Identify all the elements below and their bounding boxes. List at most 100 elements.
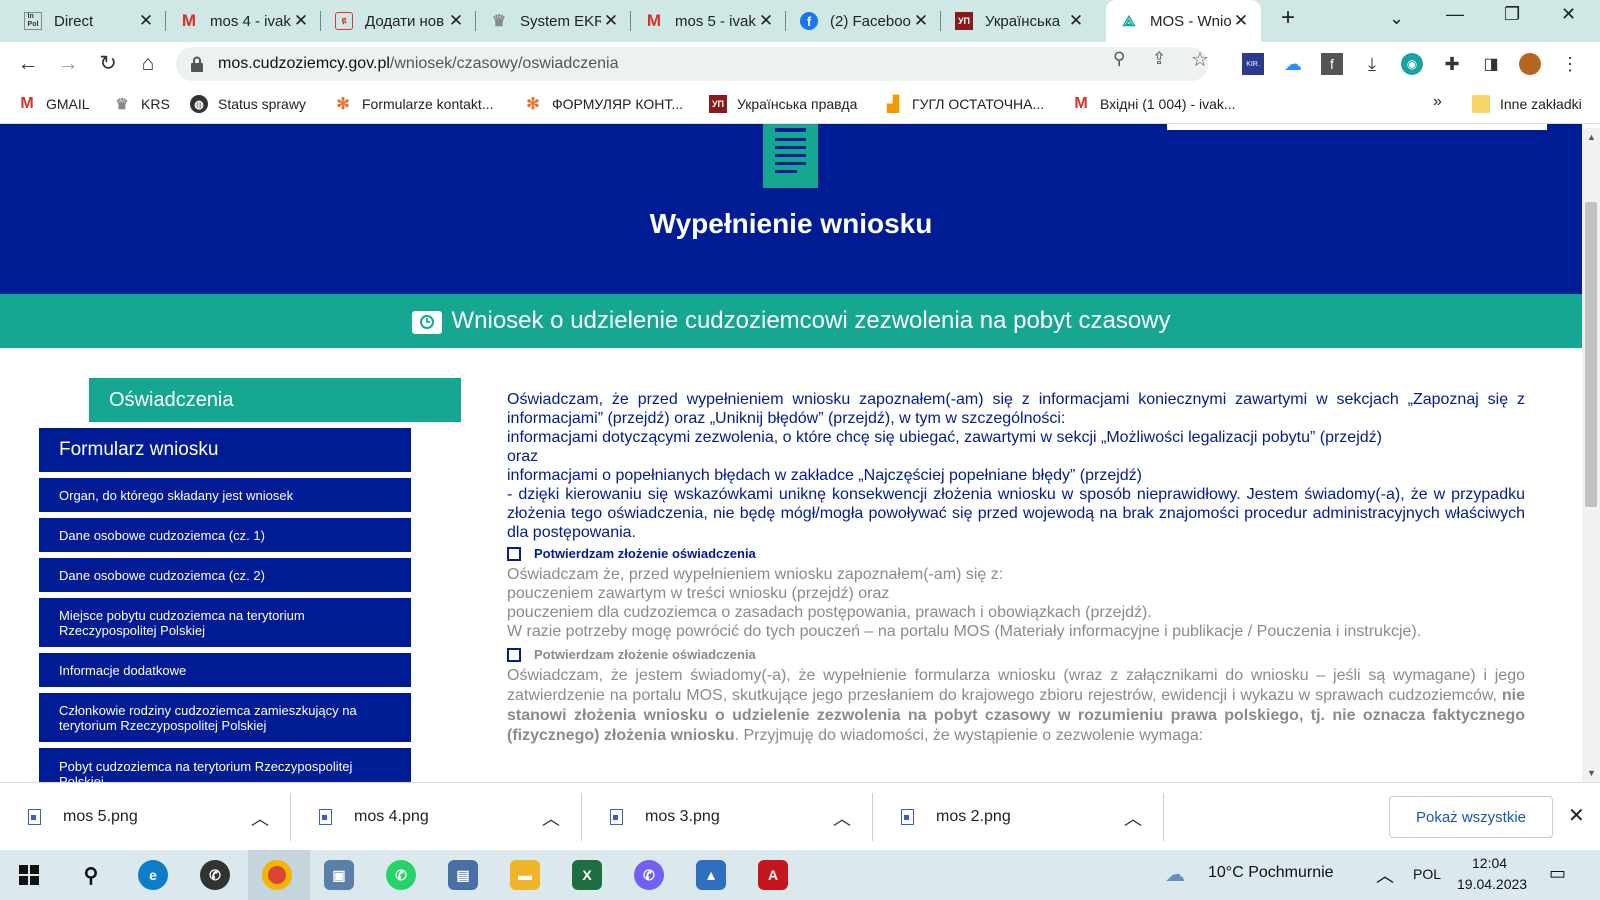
excel-icon[interactable]: X (572, 860, 602, 890)
photos-icon[interactable]: ▲ (696, 860, 726, 890)
sidebar-item-oswiadczenia[interactable]: Oświadczenia (89, 378, 461, 422)
clock-date[interactable]: 19.04.2023 (1457, 876, 1527, 892)
gmail-icon: M (20, 95, 34, 112)
bookmark-vkhidni[interactable]: M Вхідні (1 004) - ivak... (1072, 95, 1235, 113)
windows-start-icon[interactable] (19, 865, 39, 885)
sidebar-item-organ[interactable]: Organ, do którego składany jest wniosek (39, 478, 411, 512)
address-bar[interactable]: mos.cudzoziemcy.gov.pl/wniosek/czasowy/o… (176, 47, 1208, 81)
extensions-puzzle-icon[interactable]: ✚ (1441, 53, 1463, 75)
acrobat-icon[interactable]: A (758, 860, 788, 890)
tab-mos-active[interactable]: ⟁ MOS - Wnio ✕ (1106, 0, 1261, 42)
chevron-up-icon[interactable]: ︿ (833, 805, 851, 831)
bookmark-status-sprawy[interactable]: ◍ Status sprawy (190, 95, 306, 113)
close-tab-icon[interactable]: ✕ (911, 11, 931, 31)
tab-gmail-mos4[interactable]: M mos 4 - ivak ✕ (166, 0, 321, 42)
close-tab-icon[interactable]: ✕ (1066, 11, 1086, 31)
scanner-icon[interactable]: ▤ (448, 860, 478, 890)
network-pc-icon[interactable]: ▣ (324, 860, 354, 890)
edge-icon[interactable]: e (138, 860, 168, 890)
sidebar-item-czlonkowie-rodziny[interactable]: Członkowie rodziny cudzoziemca zamieszku… (39, 693, 411, 742)
chevron-up-icon[interactable]: ︿ (1124, 805, 1142, 831)
show-all-downloads-button[interactable]: Pokaż wszystkie (1389, 796, 1553, 838)
other-bookmarks-folder[interactable]: Inne zakładki (1472, 95, 1582, 113)
tray-chevron-up-icon[interactable]: ︿ (1376, 862, 1394, 888)
gmail-icon: M (646, 11, 662, 30)
forward-arrow-icon[interactable]: → (54, 50, 82, 78)
minimize-button[interactable]: — (1446, 4, 1464, 25)
reload-icon[interactable]: ↻ (94, 50, 122, 78)
chrome-icon[interactable] (262, 860, 292, 890)
bookmark-formulyar[interactable]: ✻ ФОРМУЛЯР КОНТ... (524, 95, 683, 113)
language-indicator[interactable]: POL (1413, 866, 1441, 882)
whatsapp-dark-icon[interactable]: ✆ (200, 860, 230, 890)
scroll-down-arrow-icon[interactable]: ▼ (1587, 768, 1596, 778)
bookmark-ukrainska-pravda[interactable]: УП Українська правда (709, 95, 857, 113)
close-tab-icon[interactable]: ✕ (291, 11, 311, 31)
zoom-icon[interactable]: ⚲ (1113, 49, 1125, 69)
tab-direct[interactable]: In Pol Direct ✕ (10, 0, 166, 42)
statement-3: Oświadczam, że jestem świadomy(-a), że w… (507, 667, 1525, 744)
viber-icon[interactable]: ✆ (634, 860, 664, 890)
tab-add-new[interactable]: ዩ Додати нов ✕ (321, 0, 476, 42)
sidebar-item-pobyt-cudzoziemca[interactable]: Pobyt cudzoziemca na terytorium Rzeczypo… (39, 748, 411, 782)
close-tab-icon[interactable]: ✕ (136, 11, 156, 31)
download-icon[interactable]: ⤓ (1361, 53, 1383, 75)
bookmark-krs[interactable]: ♛ KRS (113, 95, 170, 113)
tab-search-chevron-icon[interactable]: ⌄ (1389, 8, 1404, 29)
notifications-icon[interactable]: ▭ (1549, 863, 1566, 884)
sidebar-section-formularz[interactable]: Formularz wniosku (39, 428, 411, 472)
close-tab-icon[interactable]: ✕ (446, 11, 466, 31)
chevron-up-icon[interactable]: ︿ (251, 805, 269, 831)
close-tab-icon[interactable]: ✕ (756, 11, 776, 31)
search-icon[interactable]: ⚲ (76, 860, 106, 890)
bookmark-gmail[interactable]: M GMAIL (18, 95, 89, 113)
tab-system-ekr[interactable]: ♛ System EKR ✕ (476, 0, 631, 42)
checkbox-1[interactable] (507, 546, 521, 561)
bookmarks-bar: M GMAIL ♛ KRS ◍ Status sprawy ✻ Formularze k… (0, 86, 1600, 124)
bookmarks-more-chevron[interactable]: » (1433, 93, 1442, 111)
weather-cloud-icon[interactable]: ☁ (1165, 862, 1185, 887)
close-tab-icon[interactable]: ✕ (1231, 11, 1251, 31)
scrollbar-thumb[interactable] (1585, 202, 1597, 507)
share-icon[interactable]: ⇪ (1152, 49, 1166, 69)
sidebar-item-informacje-dodatkowe[interactable]: Informacje dodatkowe (39, 653, 411, 687)
file-explorer-icon[interactable]: ▬ (510, 860, 540, 890)
whatsapp-icon[interactable]: ✆ (386, 860, 416, 890)
side-panel-icon[interactable]: ◨ (1480, 53, 1502, 75)
page-scrollbar[interactable]: ▲ ▼ (1582, 128, 1600, 782)
sidebar-item-miejsce-pobytu[interactable]: Miejsce pobytu cudzoziemca na terytorium… (39, 598, 411, 647)
confirm-checkbox-2[interactable]: Potwierdzam złożenie oświadczenia (507, 645, 1525, 664)
tab-facebook[interactable]: f (2) Faceboo ✕ (786, 0, 941, 42)
sidebar-item-dane-osobowe-1[interactable]: Dane osobowe cudzoziemca (cz. 1) (39, 518, 411, 552)
weather-text[interactable]: 10°C Pochmurnie (1208, 864, 1334, 882)
cloud-extension-icon[interactable]: ☁ (1282, 53, 1304, 75)
bookmark-formularze[interactable]: ✻ Formularze kontakt... (334, 95, 493, 113)
facebook-extension-icon[interactable]: f (1321, 53, 1343, 75)
confirm-checkbox-1[interactable]: Potwierdzam złożenie oświadczenia (507, 544, 1525, 563)
bookmark-star-icon[interactable]: ☆ (1191, 47, 1209, 72)
bookmark-gugl[interactable]: ▟ ГУГЛ ОСТАТОЧНА... (884, 95, 1044, 113)
download-item[interactable]: mos 2.png ︿ (873, 783, 1164, 851)
profile-avatar[interactable] (1519, 53, 1541, 75)
home-icon[interactable]: ⌂ (134, 50, 162, 78)
menu-kebab-icon[interactable]: ⋮ (1559, 53, 1581, 75)
scroll-up-arrow-icon[interactable]: ▲ (1587, 132, 1596, 142)
tab-gmail-mos5[interactable]: M mos 5 - ivak ✕ (631, 0, 786, 42)
back-arrow-icon[interactable]: ← (14, 50, 42, 78)
close-tab-icon[interactable]: ✕ (601, 11, 621, 31)
download-item[interactable]: mos 5.png ︿ (0, 783, 291, 851)
kir-extension-icon[interactable]: KIR. (1242, 53, 1264, 75)
sidebar-item-dane-osobowe-2[interactable]: Dane osobowe cudzoziemca (cz. 2) (39, 558, 411, 592)
restore-button[interactable]: ❐ (1504, 4, 1520, 25)
download-item[interactable]: mos 3.png ︿ (582, 783, 873, 851)
close-window-button[interactable]: ✕ (1561, 4, 1576, 25)
checkbox-2[interactable] (507, 647, 521, 662)
chevron-up-icon[interactable]: ︿ (542, 805, 560, 831)
clock-time[interactable]: 12:04 (1472, 855, 1507, 871)
download-item[interactable]: mos 4.png ︿ (291, 783, 582, 851)
statement-1: Oświadczam, że przed wypełnieniem wniosk… (507, 391, 1525, 541)
close-downloads-icon[interactable]: ✕ (1568, 803, 1585, 828)
vpn-extension-icon[interactable]: ◉ (1401, 53, 1423, 75)
tab-ukrainska[interactable]: УП Українська ✕ (941, 0, 1096, 42)
new-tab-button[interactable]: + (1281, 4, 1295, 32)
